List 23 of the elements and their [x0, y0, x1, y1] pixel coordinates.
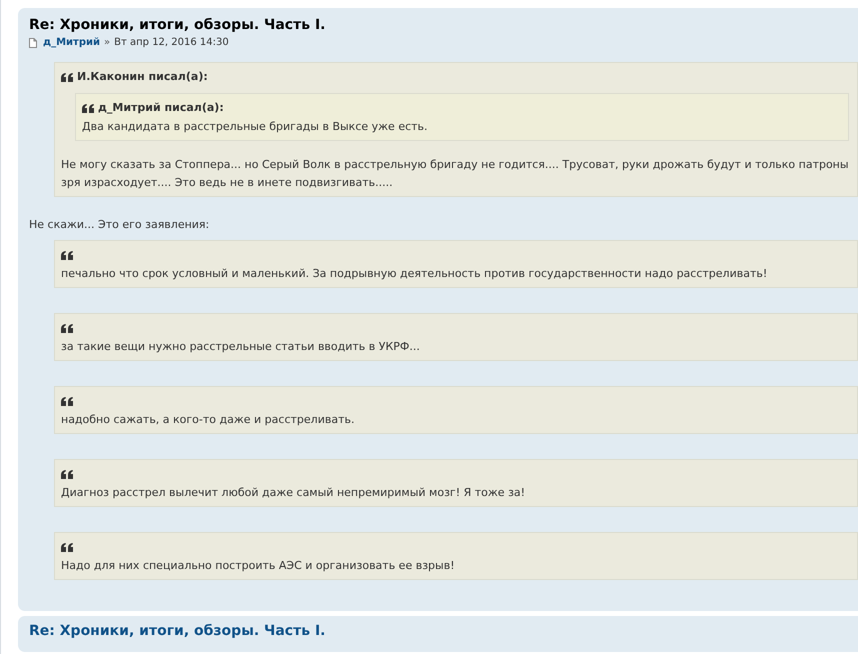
post-text: Диагноз расстрел вылечит любой даже самый непремиримый мозг! Я тоже за! — [61, 485, 526, 501]
author-link[interactable]: д_Митрий — [43, 36, 100, 50]
post-text: Надо для них специально построить АЭС и организовать ее взрыв! — [61, 558, 456, 574]
quote-icon — [61, 396, 73, 406]
separator: » — [104, 36, 110, 50]
post-text: за такие вещи нужно расстрельные статьи вводить в УКРФ... — [61, 339, 421, 355]
quote-icon — [61, 324, 73, 332]
quote-icon — [61, 470, 73, 478]
post-text: печально что срок условный и маленький. За подрывную деятельность против государственности надо расстреливать! — [61, 266, 768, 282]
post-text: Не скажи... Это его заявления: — [29, 217, 210, 233]
post-text: Два кандидата в расстрельные бригады в Выксе уже есть. — [82, 119, 429, 135]
quote-author: д_Митрий писал(а): — [98, 100, 224, 116]
post-date: Вт апр 12, 2016 14:30 — [114, 36, 229, 50]
quote-icon — [82, 104, 94, 112]
quote-icon — [61, 250, 73, 260]
post-text: надобно сажать, а кого-то даже и расстреливать. — [61, 412, 356, 428]
quote-author: И.Каконин писал(а): — [77, 69, 208, 85]
post-title: Re: Хроники, итоги, обзоры. Часть I. — [29, 16, 326, 34]
document-icon — [29, 38, 37, 48]
quote-icon — [61, 542, 73, 552]
post-title: Re: Хроники, итоги, обзоры. Часть I. — [29, 622, 326, 640]
quote-icon — [61, 72, 73, 82]
post-text: Не могу сказать за Стоппера... но Серый Волк в расстрельную бригаду не годится.... Трусоват, руки дрожать будут и только патроны зря израсходует.... Это ведь не в инете подвизгивать..... — [61, 157, 849, 191]
